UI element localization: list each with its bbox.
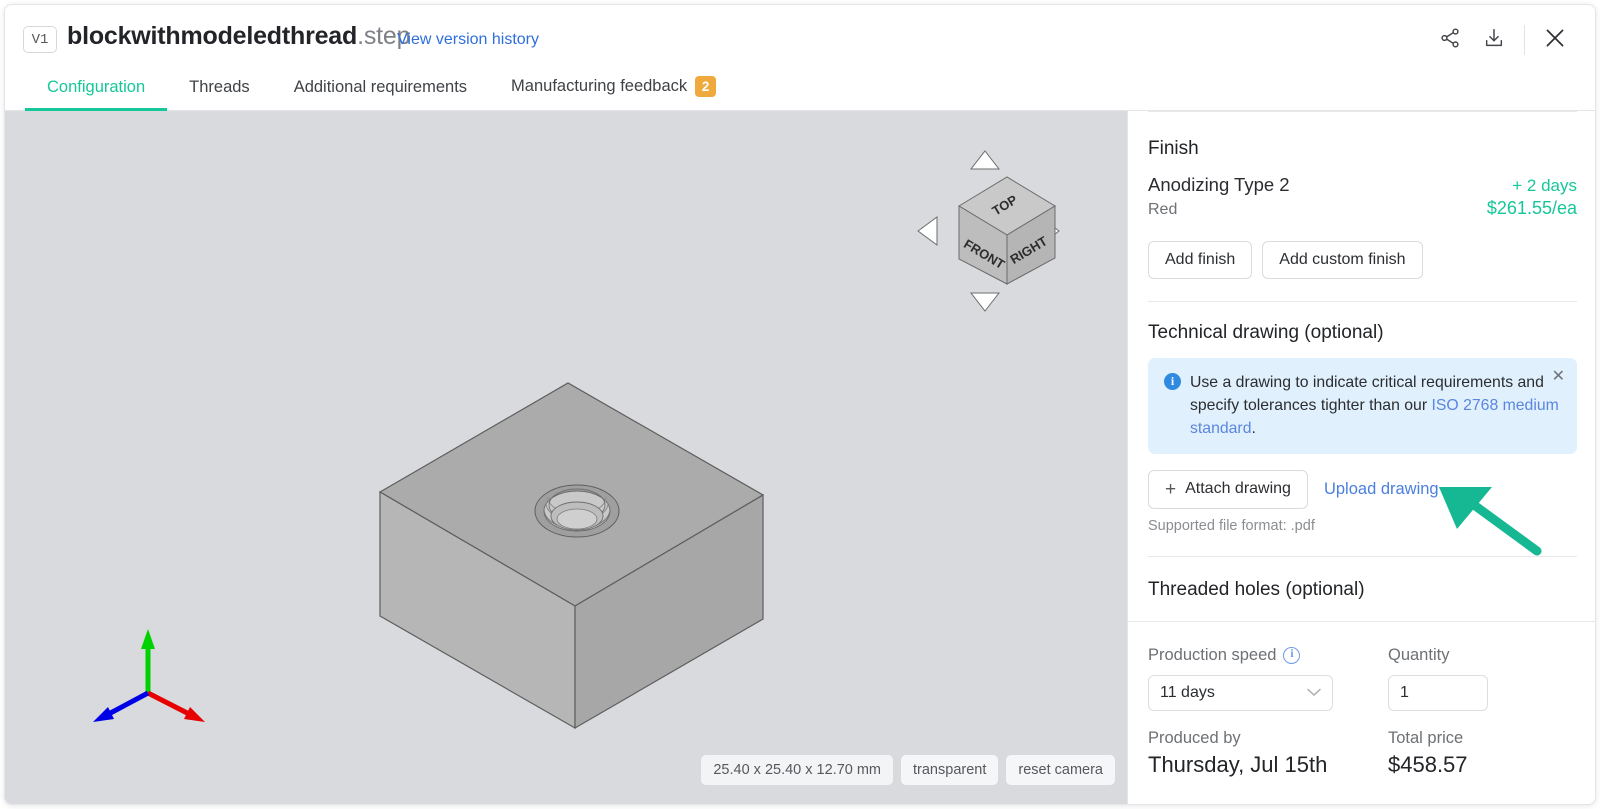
add-finish-button[interactable]: Add finish bbox=[1148, 241, 1253, 279]
production-speed-select[interactable]: 11 days bbox=[1148, 674, 1333, 711]
plus-icon: + bbox=[1165, 478, 1177, 500]
technical-drawing-info-box: i ✕ Use a drawing to indicate critical r… bbox=[1148, 358, 1577, 454]
app-window: V1 blockwithmodeledthread .step View ver… bbox=[4, 4, 1596, 805]
finish-buttons: Add finish Add custom finish bbox=[1148, 241, 1577, 279]
attach-row: + Attach drawing Upload drawing bbox=[1148, 469, 1577, 509]
finish-subrow: Red $261.55/ea bbox=[1148, 198, 1577, 219]
finish-price: $261.55/ea bbox=[1486, 198, 1577, 218]
technical-drawing-title: Technical drawing (optional) bbox=[1148, 322, 1384, 343]
z-axis-arrow bbox=[93, 707, 114, 722]
tab-additional-requirements[interactable]: Additional requirements bbox=[272, 78, 489, 110]
threaded-holes-title: Threaded holes (optional) bbox=[1148, 578, 1365, 600]
axis-gizmo bbox=[85, 615, 215, 735]
view-cube[interactable]: TOP FRONT RIGHT bbox=[885, 141, 1085, 321]
model-dimensions-chip: 25.40 x 25.40 x 12.70 mm bbox=[701, 755, 894, 785]
production-speed-value: 11 days bbox=[1160, 683, 1215, 701]
threaded-holes-section: Threaded holes (optional) bbox=[1148, 557, 1577, 621]
header-divider bbox=[1524, 25, 1525, 55]
production-speed-label: Production speed bbox=[1148, 645, 1277, 664]
quantity-label: Quantity bbox=[1388, 645, 1450, 664]
close-button[interactable] bbox=[1533, 21, 1577, 59]
share-icon bbox=[1439, 27, 1461, 54]
tab-label: Manufacturing feedback bbox=[511, 77, 688, 95]
finish-lead-time: + 2 days bbox=[1512, 176, 1577, 195]
produced-by-value: Thursday, Jul 15th bbox=[1148, 751, 1328, 777]
tab-manufacturing-feedback[interactable]: Manufacturing feedback 2 bbox=[489, 76, 738, 110]
quantity-input[interactable] bbox=[1388, 674, 1488, 711]
version-badge: V1 bbox=[23, 26, 57, 53]
file-name: blockwithmodeledthread bbox=[67, 22, 358, 50]
configuration-panel: Finish Anodizing Type 2 + 2 days Red $26… bbox=[1127, 111, 1595, 804]
close-icon bbox=[1542, 25, 1568, 56]
share-button[interactable] bbox=[1428, 21, 1472, 59]
download-button[interactable] bbox=[1472, 21, 1516, 59]
finish-title: Finish bbox=[1148, 138, 1199, 159]
production-speed-group: Production speed i 11 days bbox=[1148, 646, 1388, 711]
y-axis-arrow bbox=[141, 629, 155, 649]
tab-bar: Configuration Threads Additional require… bbox=[5, 67, 1595, 111]
view-version-history-link[interactable]: View version history bbox=[397, 31, 539, 49]
produced-by-group: Produced by Thursday, Jul 15th bbox=[1148, 729, 1388, 778]
tab-threads[interactable]: Threads bbox=[167, 78, 272, 110]
download-icon bbox=[1483, 27, 1505, 54]
tab-configuration[interactable]: Configuration bbox=[25, 78, 168, 111]
total-price-group: Total price $458.57 bbox=[1388, 729, 1577, 778]
info-icon: i bbox=[1164, 373, 1181, 390]
page-title: blockwithmodeledthread .step bbox=[67, 22, 410, 51]
finish-color: Red bbox=[1148, 201, 1178, 218]
transparent-button[interactable]: transparent bbox=[901, 755, 999, 785]
produced-by-label: Produced by bbox=[1148, 728, 1241, 747]
total-price-value: $458.57 bbox=[1388, 751, 1468, 777]
chevron-down-icon bbox=[1307, 686, 1321, 700]
attach-drawing-label: Attach drawing bbox=[1185, 480, 1291, 498]
x-axis-arrow bbox=[184, 707, 205, 722]
viewport-toolbar: 25.40 x 25.40 x 12.70 mm transparent res… bbox=[701, 755, 1115, 785]
finish-row: Anodizing Type 2 + 2 days bbox=[1148, 174, 1577, 196]
technical-drawing-section: Technical drawing (optional) i ✕ Use a d… bbox=[1148, 302, 1577, 557]
info-text-end: . bbox=[1251, 420, 1256, 438]
quantity-group: Quantity bbox=[1388, 646, 1577, 711]
header-actions bbox=[1428, 21, 1577, 59]
rotate-up-arrow bbox=[969, 150, 1001, 170]
finish-name: Anodizing Type 2 bbox=[1148, 174, 1290, 195]
tab-label: Additional requirements bbox=[293, 78, 468, 96]
tab-label: Threads bbox=[189, 78, 250, 96]
add-custom-finish-button[interactable]: Add custom finish bbox=[1262, 241, 1423, 279]
summary-section: Production speed i 11 days Quantity 1 Pr… bbox=[1128, 622, 1595, 778]
production-speed-label-row: Production speed i bbox=[1148, 646, 1388, 665]
supported-format-hint: Supported file format: .pdf bbox=[1148, 517, 1315, 534]
attach-drawing-button[interactable]: + Attach drawing bbox=[1148, 469, 1308, 509]
rotate-left-arrow bbox=[917, 216, 938, 246]
model-viewport[interactable]: TOP FRONT RIGHT 25.40 x 25.40 x 12.70 mm… bbox=[5, 111, 1127, 804]
header: V1 blockwithmodeledthread .step View ver… bbox=[5, 5, 1595, 73]
info-icon[interactable]: i bbox=[1283, 646, 1301, 664]
tab-label: Configuration bbox=[47, 78, 146, 96]
reset-camera-button[interactable]: reset camera bbox=[1006, 755, 1115, 785]
total-price-label: Total price bbox=[1388, 728, 1464, 747]
dismiss-info-icon[interactable]: ✕ bbox=[1552, 369, 1565, 385]
threaded-hole bbox=[534, 484, 620, 538]
finish-section: Finish Anodizing Type 2 + 2 days Red $26… bbox=[1148, 112, 1577, 302]
status-badge: 2 bbox=[695, 76, 717, 97]
upload-drawing-link[interactable]: Upload drawing bbox=[1324, 480, 1439, 499]
rotate-down-arrow bbox=[969, 292, 1001, 312]
